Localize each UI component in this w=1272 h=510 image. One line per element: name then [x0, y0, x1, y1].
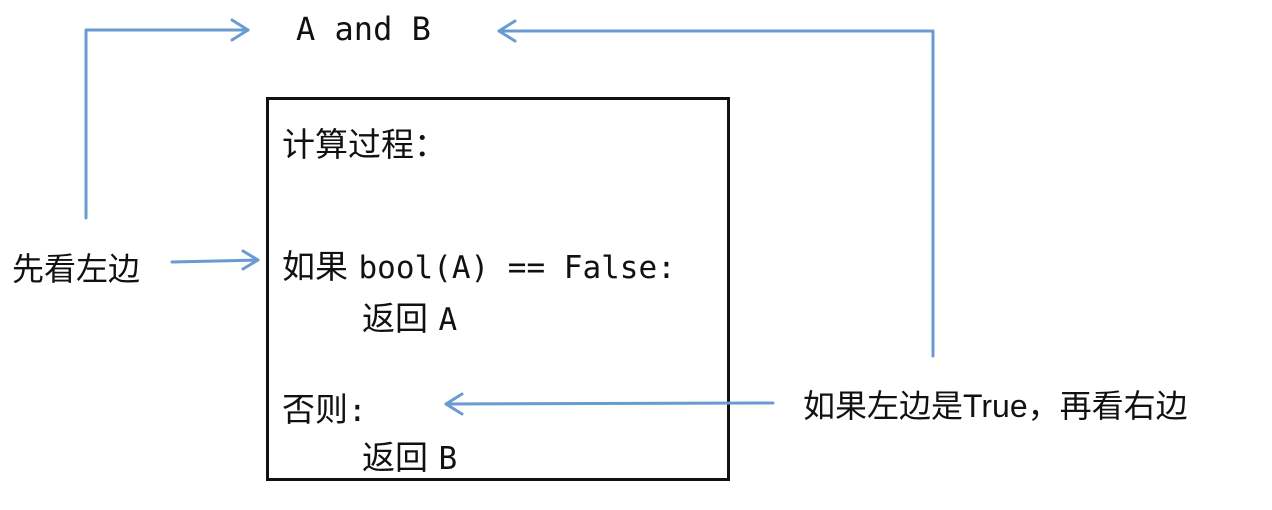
else-arrow — [444, 401, 775, 406]
right-elbow-arrow — [497, 29, 935, 358]
left-note-arrow — [170, 258, 260, 264]
arrows-layer — [84, 18, 935, 416]
left-elbow-arrow — [84, 28, 250, 220]
